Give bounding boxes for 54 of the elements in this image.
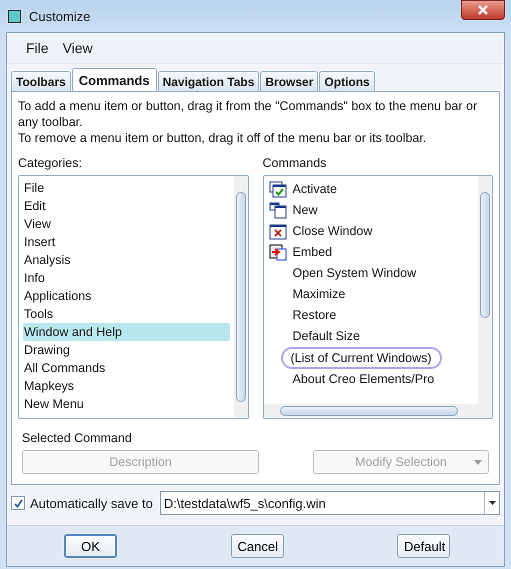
command-item[interactable]: Close Window bbox=[288, 221, 376, 242]
dropdown-arrow-icon bbox=[488, 501, 496, 505]
command-item[interactable]: Open System Window bbox=[288, 263, 420, 284]
category-item[interactable]: File bbox=[23, 179, 230, 197]
instruction-text: To add a menu item or button, drag it from the "Commands" box to the menu bar or any toolbar. bbox=[18, 98, 478, 130]
tab[interactable]: Navigation Tabs bbox=[158, 71, 260, 91]
command-item[interactable]: Embed bbox=[288, 242, 336, 263]
category-item[interactable]: All Commands bbox=[23, 359, 230, 377]
embed-icon bbox=[268, 244, 286, 260]
dialog-button[interactable]: Cancel bbox=[230, 534, 284, 558]
window-icon bbox=[8, 10, 21, 22]
command-item[interactable]: Default Size bbox=[288, 326, 364, 347]
windows-icon bbox=[268, 202, 286, 218]
command-item[interactable]: Activate bbox=[288, 179, 341, 200]
horizontal-scrollbar[interactable] bbox=[264, 404, 478, 418]
command-item[interactable]: Restore bbox=[288, 305, 340, 326]
category-item[interactable]: View bbox=[23, 215, 230, 233]
vertical-scrollbar[interactable] bbox=[478, 176, 492, 418]
category-item[interactable]: Mapkeys bbox=[23, 377, 230, 395]
tab[interactable]: Toolbars bbox=[11, 71, 71, 91]
category-item[interactable]: Analysis bbox=[23, 251, 230, 269]
command-item[interactable]: About Creo Elements/Pro bbox=[288, 369, 438, 390]
category-item[interactable]: Insert bbox=[23, 233, 230, 251]
dialog-button[interactable]: OK bbox=[64, 534, 117, 558]
window-title: Customize bbox=[29, 8, 90, 24]
dialog-button[interactable]: Default bbox=[397, 534, 450, 558]
category-item[interactable]: Info bbox=[23, 269, 230, 287]
menu-item[interactable]: File bbox=[26, 40, 49, 56]
category-item[interactable]: Applications bbox=[23, 287, 230, 305]
window-x-icon bbox=[268, 222, 286, 240]
category-item[interactable]: Tools bbox=[23, 305, 230, 323]
commands-label: Commands bbox=[262, 156, 328, 170]
category-item[interactable]: Drawing bbox=[23, 341, 230, 359]
tab[interactable]: Commands bbox=[72, 68, 157, 91]
command-item[interactable]: New bbox=[288, 200, 322, 221]
command-item[interactable]: (List of Current Windows) bbox=[280, 347, 442, 369]
close-button[interactable] bbox=[461, 0, 505, 20]
tab[interactable]: Browser bbox=[260, 71, 318, 91]
category-item[interactable]: Window and Help bbox=[23, 323, 230, 341]
window-check-icon bbox=[268, 180, 286, 198]
instruction-text: To remove a menu item or button, drag it off of the menu bar or its toolbar. bbox=[18, 130, 428, 146]
path-combobox[interactable]: D:\testdata\wf5_s\config.win bbox=[160, 491, 500, 515]
tab[interactable]: Options bbox=[319, 71, 375, 91]
category-item[interactable]: Edit bbox=[23, 197, 230, 215]
autosave-checkbox[interactable] bbox=[11, 496, 25, 510]
dropdown-arrow-icon bbox=[474, 460, 482, 465]
menu-item[interactable]: View bbox=[62, 40, 93, 56]
vertical-scrollbar[interactable] bbox=[234, 176, 248, 418]
close-icon bbox=[477, 5, 489, 15]
category-item[interactable]: New Menu bbox=[23, 395, 230, 413]
command-item[interactable]: Maximize bbox=[288, 284, 350, 305]
selected-command-label: Selected Command bbox=[22, 431, 133, 445]
autosave-label: Automatically save to bbox=[30, 496, 153, 510]
categories-label: Categories: bbox=[18, 156, 83, 170]
